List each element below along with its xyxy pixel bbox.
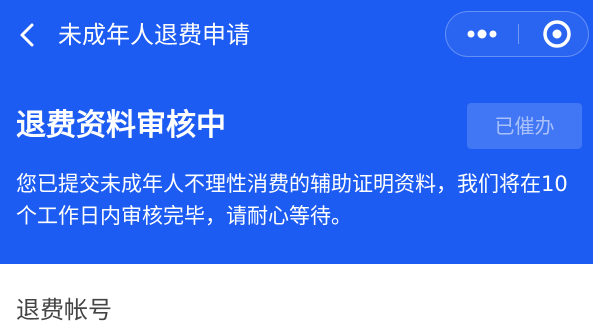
close-button[interactable] — [519, 12, 589, 56]
more-button[interactable] — [446, 12, 518, 56]
reminded-button[interactable]: 已催办 — [467, 103, 582, 149]
more-dots-icon — [446, 12, 518, 56]
refund-account-label: 退费帐号 — [16, 296, 112, 324]
chevron-left-icon — [10, 18, 44, 52]
mini-program-capsule — [445, 11, 589, 57]
page-title: 未成年人退费申请 — [58, 21, 250, 49]
header-area: 未成年人退费申请 退费资料审核中 已催办 您已提交未成年人不理性消费的辅助证明资 — [0, 0, 593, 264]
circle-dot-icon — [519, 12, 589, 56]
review-status-description: 您已提交未成年人不理性消费的辅助证明资料，我们将在10个工作日内审核完毕，请耐心… — [16, 172, 568, 228]
back-button[interactable] — [10, 18, 44, 52]
review-status-title: 退费资料审核中 — [16, 108, 226, 143]
